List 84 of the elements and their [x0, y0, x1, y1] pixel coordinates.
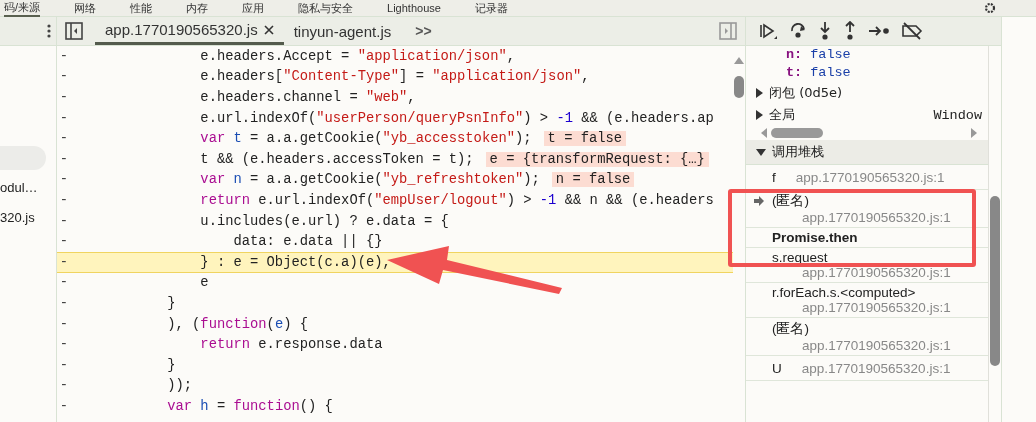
panel-tab[interactable]: 记录器: [474, 0, 508, 16]
line-marker: -: [58, 69, 70, 85]
code-line: ));: [166, 378, 193, 394]
panel-tab[interactable]: 内存: [186, 0, 209, 16]
step-over-icon[interactable]: [789, 22, 807, 40]
code-line: u.includes(e.url) ? e.data = {: [199, 213, 449, 229]
code-line: e.headers.channel = "web",: [199, 90, 416, 105]
more-icon[interactable]: [46, 23, 52, 39]
deactivate-breakpoints-icon[interactable]: [901, 22, 923, 40]
variable-name: t:: [786, 65, 803, 80]
line-marker: -: [58, 295, 70, 311]
code-line: var h = function() {: [166, 398, 333, 414]
settings-icon[interactable]: [984, 2, 996, 14]
file-tree-item[interactable]: 320.js: [0, 206, 56, 230]
line-marker: -: [58, 357, 70, 373]
step-out-icon[interactable]: [843, 21, 857, 41]
line-marker: -: [58, 213, 70, 229]
code-line: return e.response.data: [199, 337, 383, 353]
stack-frame[interactable]: (匿名) app.1770190565320.js:1: [746, 318, 988, 356]
step-into-icon[interactable]: [818, 21, 832, 41]
panel-toggle-icon[interactable]: [719, 22, 737, 40]
code-line: }: [166, 357, 176, 373]
file-tab[interactable]: app.1770190565320.js: [95, 17, 284, 45]
line-marker: -: [58, 131, 70, 147]
inline-value: t = false: [543, 131, 627, 147]
stack-frame[interactable]: f app.1770190565320.js:1: [746, 165, 988, 190]
line-marker: -: [58, 90, 70, 105]
variable-value: false: [810, 47, 851, 62]
code-line: data: e.data || {}: [232, 234, 383, 250]
more-tabs-button[interactable]: >>: [415, 23, 432, 39]
file-tab[interactable]: tinyun-agent.js: [283, 17, 402, 45]
code-line: } : e = Object(c.a)(e),: [199, 254, 391, 270]
line-marker: -: [58, 378, 70, 394]
code-line: var n = a.a.getCookie("yb_refreshtoken");: [199, 172, 540, 188]
panel-tab[interactable]: Lighthouse: [387, 2, 441, 14]
code-line: t && (e.headers.accessToken = t);: [199, 151, 474, 167]
code-line: ), (function(e) {: [166, 316, 308, 332]
code-line: }: [166, 295, 176, 311]
panel-tab[interactable]: 隐私与安全: [298, 0, 354, 16]
line-marker: -: [58, 398, 70, 414]
variable-name: n:: [786, 47, 803, 62]
resume-icon[interactable]: [758, 22, 778, 40]
sidebar-toggle-icon[interactable]: [65, 22, 83, 40]
panel-tab[interactable]: 网络: [74, 0, 97, 16]
line-marker: -: [58, 234, 70, 250]
step-icon[interactable]: [868, 24, 890, 38]
stack-frame[interactable]: U app.1770190565320.js:1: [746, 356, 988, 381]
section-header[interactable]: 调用堆栈: [746, 140, 988, 165]
inline-value: n = false: [551, 172, 635, 188]
expand-triangle-icon[interactable]: [756, 110, 763, 120]
line-marker: -: [58, 316, 70, 332]
panel-tab[interactable]: 性能: [130, 0, 153, 16]
scrollbar-thumb[interactable]: [990, 196, 1000, 366]
current-frame-arrow-icon: [754, 196, 764, 206]
line-marker: -: [58, 337, 70, 353]
scope-value: Window: [933, 107, 982, 123]
async-separator: Promise.then: [746, 228, 988, 248]
expand-triangle-icon[interactable]: [756, 148, 766, 156]
line-marker: -: [58, 172, 70, 188]
scope-group[interactable]: 闭包 (0d5e): [769, 84, 843, 102]
line-marker: -: [58, 48, 70, 64]
code-line: e.headers.Accept = "application/json",: [199, 48, 515, 64]
inline-value: e = {transformRequest: {…}: [485, 151, 709, 167]
stack-frame[interactable]: r.forEach.s.<computed> app.1770190565320.js:1: [746, 283, 988, 318]
line-marker: -: [58, 110, 70, 126]
scrollbar-thumb[interactable]: [734, 76, 744, 98]
panel-tab[interactable]: 应用: [242, 0, 265, 16]
line-marker: -: [58, 192, 70, 208]
expand-triangle-icon[interactable]: [756, 88, 763, 98]
stack-frame[interactable]: s.request app.1770190565320.js:1: [746, 248, 988, 283]
line-marker: -: [58, 275, 70, 291]
line-marker: -: [58, 254, 70, 270]
code-line: e.headers["Content-Type"] = "application/json",: [199, 69, 590, 85]
scope-group[interactable]: 全局: [769, 106, 795, 124]
file-tree-item[interactable]: odul…: [0, 176, 56, 200]
code-line: e: [199, 275, 209, 291]
code-line: e.url.indexOf("userPerson/queryPsnInfo") > -1 && (e.headers.ap: [199, 110, 714, 126]
code-line: return e.url.indexOf("empUser/logout") > -1 && n && (e.headers: [199, 192, 714, 208]
stack-frame[interactable]: (匿名) app.1770190565320.js:1: [746, 190, 988, 228]
line-marker: -: [58, 151, 70, 167]
code-line: var t = a.a.getCookie("yb_accesstoken");: [199, 131, 532, 147]
scrollbar-thumb[interactable]: [771, 128, 823, 138]
variable-value: false: [810, 65, 851, 80]
close-icon[interactable]: [263, 24, 274, 35]
